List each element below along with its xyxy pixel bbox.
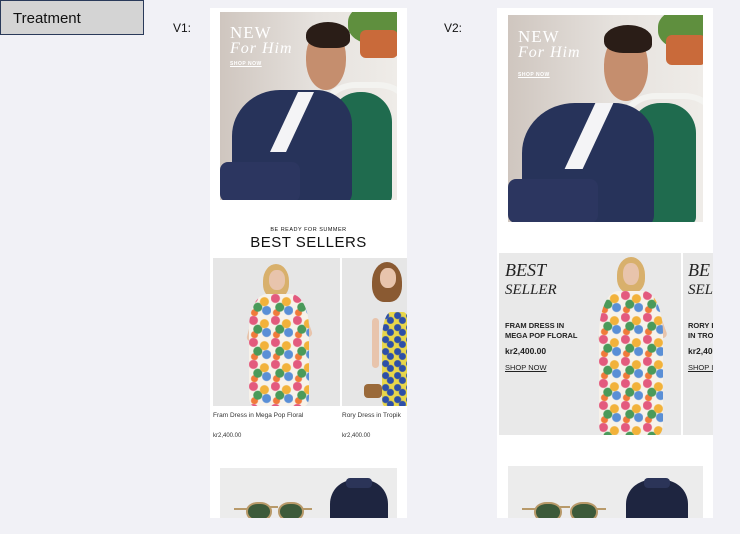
- hero-shop-now-link[interactable]: SHOP NOW: [518, 72, 550, 78]
- hero-title-line2: For Him: [518, 44, 581, 61]
- model-hair: [306, 22, 350, 48]
- v2-email-preview: NEW For Him SHOP NOW BEST SELLER FRAM DR…: [497, 8, 713, 518]
- model-face: [623, 263, 639, 285]
- model-hair: [604, 25, 652, 53]
- sunglasses-icon: [246, 502, 272, 518]
- best-seller-card[interactable]: BEST SELLER FRAM DRESS IN MEGA POP FLORA…: [499, 253, 681, 435]
- product-image: [213, 258, 340, 406]
- plant-pot: [666, 35, 703, 65]
- floral-dress: [249, 294, 309, 406]
- accessories-banner[interactable]: [508, 466, 703, 518]
- sunglasses-arm: [596, 508, 606, 510]
- sunglasses-arm: [302, 508, 312, 510]
- best-seller-card-peek[interactable]: BE SEL RORY I IN TRO kr2,40 SHOP I: [683, 253, 713, 435]
- hero-title-line2: For Him: [230, 40, 293, 57]
- v1-email-preview: NEW For Him SHOP NOW BE READY FOR SUMMER…: [210, 8, 407, 518]
- peek-shop-link[interactable]: SHOP I: [688, 363, 713, 372]
- hero-title-line1: NEW: [518, 27, 560, 46]
- v1-label: V1:: [173, 21, 192, 35]
- product-name[interactable]: Rory Dress in Tropik: [342, 412, 401, 419]
- v1-hero-banner[interactable]: NEW For Him SHOP NOW: [220, 12, 397, 200]
- product-card-fram[interactable]: [213, 258, 340, 406]
- yellow-dress: [382, 312, 407, 406]
- peek-title: BE: [688, 260, 710, 280]
- model-face: [269, 270, 285, 290]
- vest-collar: [644, 478, 670, 488]
- product-card-rory[interactable]: [342, 258, 407, 406]
- peek-subtitle: SEL: [688, 282, 713, 298]
- section-eyebrow: BE READY FOR SUMMER: [270, 227, 347, 233]
- hero-title-line1: NEW: [230, 23, 272, 42]
- model-arm: [372, 318, 379, 368]
- section-title: BEST SELLERS: [250, 234, 367, 251]
- model-legs: [508, 179, 598, 222]
- floral-dress: [599, 291, 663, 435]
- sunglasses-icon: [534, 502, 562, 518]
- product-price: kr2,400.00: [213, 433, 242, 439]
- v2-label: V2:: [444, 21, 463, 35]
- v2-hero-banner[interactable]: NEW For Him SHOP NOW: [508, 15, 703, 222]
- peek-product-name: RORY I IN TRO: [688, 321, 713, 340]
- product-image: [499, 253, 681, 435]
- hero-title: NEW For Him: [518, 28, 581, 61]
- sunglasses-lens: [278, 502, 304, 518]
- product-name[interactable]: Fram Dress in Mega Pop Floral: [213, 412, 303, 419]
- peek-price: kr2,40: [688, 346, 713, 356]
- sunglasses-bridge: [560, 506, 570, 508]
- product-price: kr2,400.00: [342, 433, 371, 439]
- model-face: [380, 268, 396, 288]
- plant-pot: [360, 30, 397, 58]
- sunglasses-lens: [570, 502, 598, 518]
- vest-collar: [346, 478, 372, 488]
- treatment-label: Treatment: [0, 0, 144, 35]
- accessories-banner[interactable]: [220, 468, 397, 518]
- product-image: [342, 258, 407, 406]
- sunglasses-bridge: [270, 506, 278, 508]
- hero-title: NEW For Him: [230, 24, 293, 57]
- model-legs: [220, 162, 300, 200]
- hero-shop-now-link[interactable]: SHOP NOW: [230, 61, 262, 67]
- handbag: [364, 384, 382, 398]
